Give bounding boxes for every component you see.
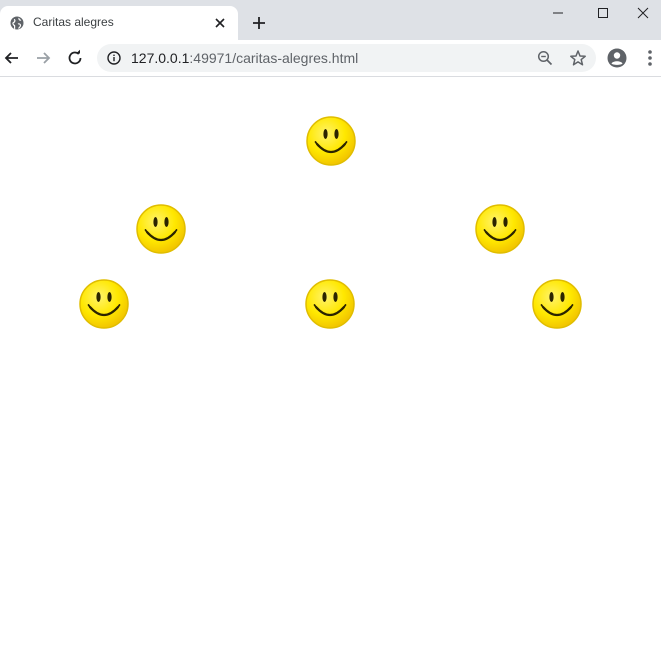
browser-toolbar: 127.0.0.1:49971/caritas-alegres.html bbox=[0, 40, 661, 77]
minimize-button[interactable] bbox=[535, 0, 581, 26]
left-eye bbox=[153, 217, 158, 227]
globe-icon bbox=[10, 16, 24, 30]
zoom-out-icon[interactable] bbox=[537, 50, 553, 66]
smiley-middle-left bbox=[135, 203, 187, 255]
reload-icon[interactable] bbox=[65, 48, 85, 68]
kebab-menu-icon[interactable] bbox=[642, 49, 658, 67]
url-host: 127.0.0.1 bbox=[131, 50, 190, 66]
left-eye bbox=[492, 217, 497, 227]
tab-title: Caritas alegres bbox=[33, 15, 114, 29]
right-eye bbox=[334, 129, 339, 139]
left-eye bbox=[323, 129, 328, 139]
arrow-left-icon[interactable] bbox=[2, 48, 22, 68]
smiley-middle-right bbox=[474, 203, 526, 255]
left-eye bbox=[322, 292, 327, 302]
smiley-bottom-right bbox=[531, 278, 583, 330]
star-icon[interactable] bbox=[569, 49, 587, 67]
plus-icon[interactable] bbox=[250, 14, 268, 32]
url-text: 127.0.0.1:49971/caritas-alegres.html bbox=[131, 50, 358, 66]
info-icon[interactable] bbox=[107, 51, 121, 65]
right-eye bbox=[333, 292, 338, 302]
window-close-button[interactable] bbox=[625, 0, 661, 26]
right-eye bbox=[164, 217, 169, 227]
right-eye bbox=[107, 292, 112, 302]
address-bar[interactable]: 127.0.0.1:49971/caritas-alegres.html bbox=[97, 44, 596, 72]
right-eye bbox=[560, 292, 565, 302]
right-eye bbox=[503, 217, 508, 227]
smiley-bottom-center bbox=[304, 278, 356, 330]
smiley-top-center bbox=[305, 115, 357, 167]
page-viewport bbox=[0, 77, 661, 665]
left-eye bbox=[549, 292, 554, 302]
maximize-button[interactable] bbox=[580, 0, 626, 26]
account-icon[interactable] bbox=[607, 48, 627, 68]
browser-tab[interactable]: Caritas alegres bbox=[0, 6, 238, 40]
arrow-right-icon[interactable] bbox=[33, 48, 53, 68]
left-eye bbox=[96, 292, 101, 302]
browser-titlebar: Caritas alegres bbox=[0, 0, 661, 40]
url-path: :49971/caritas-alegres.html bbox=[189, 50, 359, 66]
close-icon[interactable] bbox=[212, 15, 228, 31]
smiley-bottom-left bbox=[78, 278, 130, 330]
